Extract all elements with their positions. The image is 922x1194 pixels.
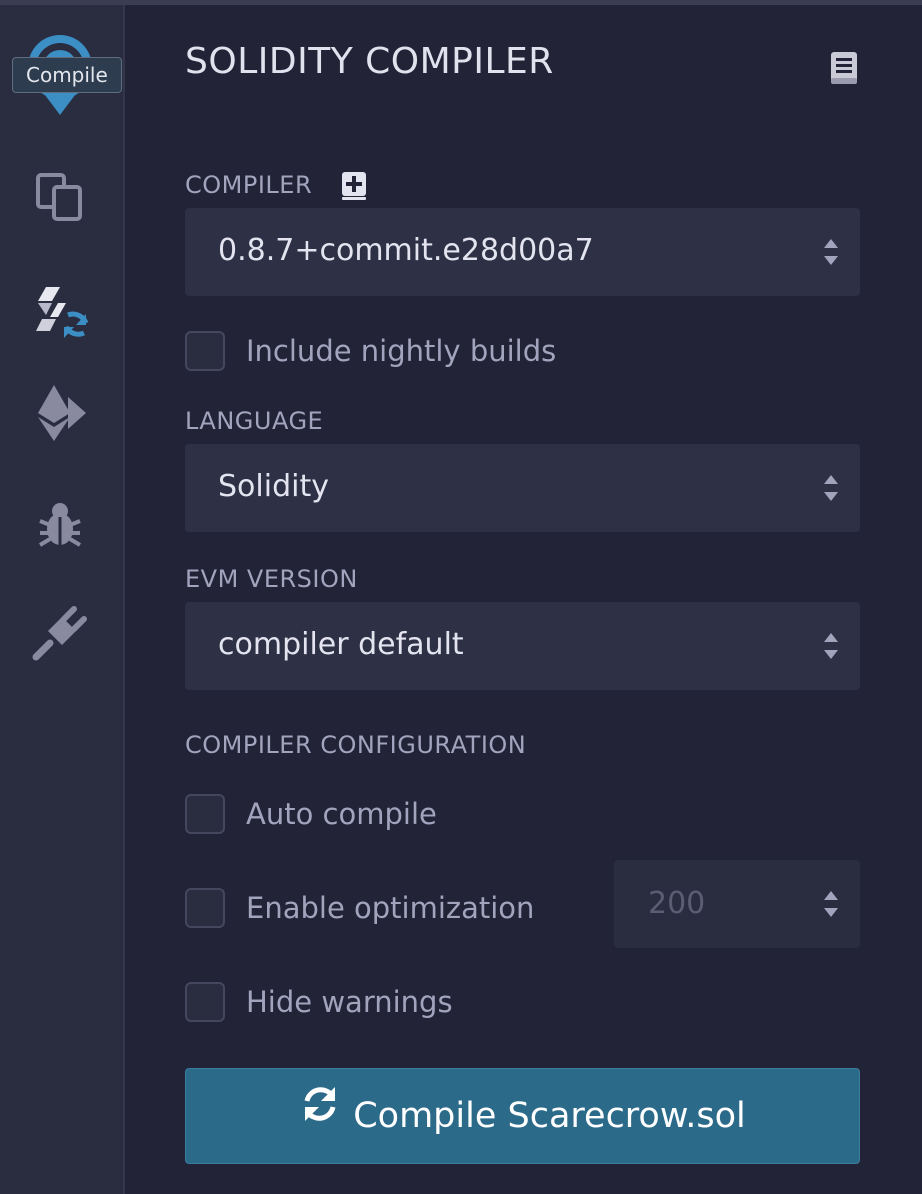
chevron-updown-icon <box>824 239 838 265</box>
language-select[interactable]: Solidity <box>185 444 860 532</box>
nightly-builds-checkbox[interactable] <box>185 331 225 371</box>
chevron-updown-icon <box>824 475 838 501</box>
file-explorer-icon[interactable] <box>28 165 92 229</box>
hide-warnings-checkbox[interactable] <box>185 982 225 1022</box>
compile-tooltip: Compile <box>12 57 122 93</box>
evm-version-value: compiler default <box>218 627 464 662</box>
hide-warnings-label: Hide warnings <box>246 985 453 1019</box>
chevron-updown-icon[interactable] <box>822 888 840 920</box>
debugger-icon[interactable] <box>28 493 92 557</box>
evm-version-label: EVM VERSION <box>185 565 358 593</box>
compiler-label: COMPILER <box>185 171 313 199</box>
auto-compile-checkbox[interactable] <box>185 794 225 834</box>
compile-button-label: Compile Scarecrow.sol <box>353 1096 746 1136</box>
optimization-runs-input[interactable]: 200 <box>614 860 860 948</box>
optimization-label: Enable optimization <box>246 891 535 925</box>
compiler-configuration-label: COMPILER CONFIGURATION <box>185 731 527 759</box>
evm-version-select[interactable]: compiler default <box>185 602 860 690</box>
compile-button[interactable]: Compile Scarecrow.sol <box>185 1068 860 1164</box>
icon-panel: Compile <box>0 5 125 1194</box>
plugin-manager-icon[interactable] <box>28 601 92 665</box>
compiler-version-select[interactable]: 0.8.7+commit.e28d00a7 <box>185 208 860 296</box>
auto-compile-label: Auto compile <box>246 797 437 831</box>
compiler-panel: SOLIDITY COMPILER COMPILER 0.8.7+commit.… <box>127 5 922 1194</box>
chevron-updown-icon <box>824 633 838 659</box>
language-value: Solidity <box>218 469 329 504</box>
optimization-checkbox[interactable] <box>185 888 225 928</box>
language-label: LANGUAGE <box>185 407 324 435</box>
deploy-run-icon[interactable] <box>28 381 92 445</box>
sync-icon <box>304 1087 336 1121</box>
compiler-version-value: 0.8.7+commit.e28d00a7 <box>218 233 594 268</box>
nightly-builds-label: Include nightly builds <box>246 334 557 368</box>
add-compiler-icon[interactable] <box>341 171 367 201</box>
panel-title: SOLIDITY COMPILER <box>185 41 554 82</box>
solidity-compiler-icon[interactable] <box>28 281 92 345</box>
optimization-runs-value: 200 <box>648 886 706 921</box>
documentation-icon[interactable] <box>829 51 859 85</box>
remix-window: Compile SOLIDITY COMPILER COMPILER 0.8.7… <box>0 0 922 1194</box>
